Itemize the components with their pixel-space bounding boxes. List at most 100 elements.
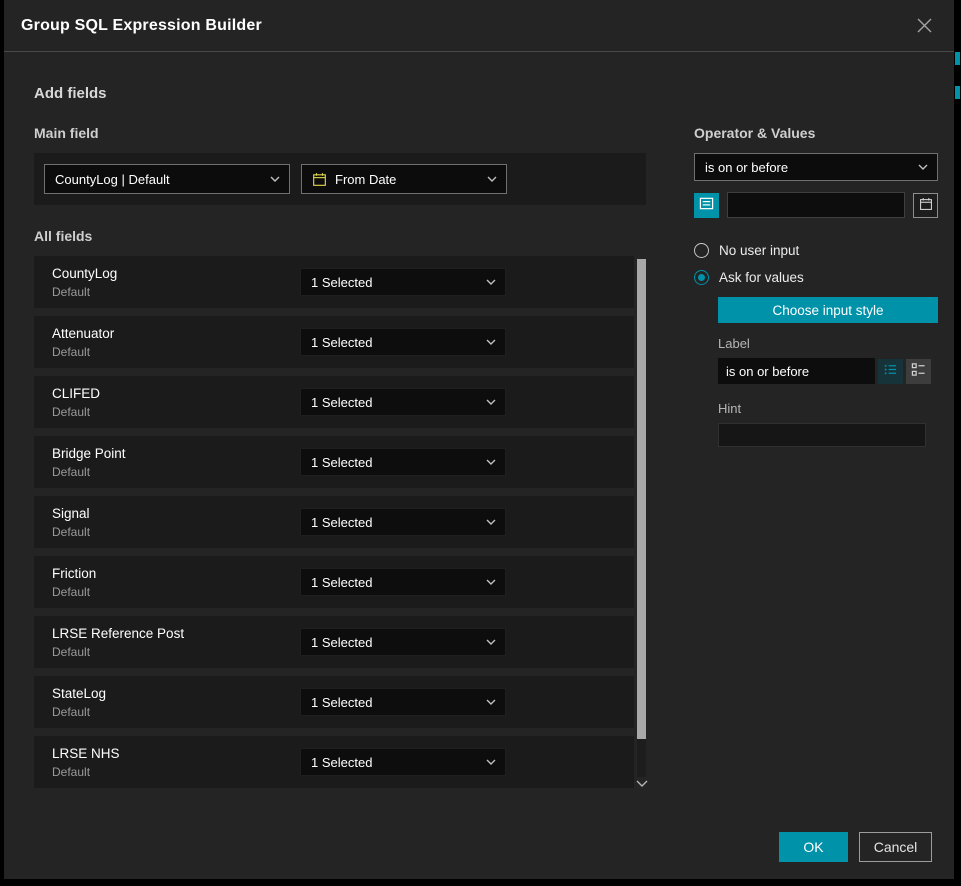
value-source-toggle-button[interactable]	[694, 193, 719, 218]
field-name: LRSE NHS	[52, 746, 300, 761]
chevron-down-icon	[486, 339, 496, 345]
calendar-icon	[919, 197, 933, 214]
field-meta: CountyLog Default	[52, 266, 300, 299]
main-field-select-value: From Date	[335, 172, 479, 187]
cancel-button[interactable]: Cancel	[859, 832, 932, 862]
bulleted-list-icon	[883, 362, 898, 380]
no-user-input-radio[interactable]: No user input	[694, 243, 938, 258]
field-subtitle: Default	[52, 525, 300, 539]
value-input[interactable]	[727, 192, 905, 218]
chevron-down-icon	[486, 579, 496, 585]
field-selection-dropdown[interactable]: 1 Selected	[300, 388, 506, 416]
field-row: StateLog Default 1 Selected	[34, 676, 634, 728]
main-field-panel: CountyLog | Default From Date	[34, 153, 646, 205]
chevron-down-icon	[486, 699, 496, 705]
all-fields-heading: All fields	[34, 228, 646, 244]
date-field-calendar-icon	[312, 172, 327, 187]
field-selection-dropdown[interactable]: 1 Selected	[300, 688, 506, 716]
close-icon[interactable]	[913, 14, 936, 37]
edge-scroll-marker	[955, 52, 960, 65]
main-field-select[interactable]: From Date	[301, 164, 507, 194]
add-fields-heading: Add fields	[34, 85, 926, 102]
field-meta: LRSE NHS Default	[52, 746, 300, 779]
fields-column: Main field CountyLog | Default	[34, 102, 646, 798]
scrollbar-thumb[interactable]	[637, 259, 646, 739]
chevron-down-icon	[487, 176, 497, 182]
field-name: Friction	[52, 566, 300, 581]
all-fields-list: CountyLog Default 1 Selected Attenuator …	[34, 256, 646, 798]
chevron-down-icon	[486, 759, 496, 765]
dialog-header: Group SQL Expression Builder	[4, 0, 954, 52]
radio-selected-icon	[694, 270, 709, 285]
hint-caption: Hint	[718, 401, 938, 416]
field-selection-value: 1 Selected	[311, 695, 478, 710]
edge-scroll-marker	[955, 86, 960, 99]
field-selection-dropdown[interactable]: 1 Selected	[300, 568, 506, 596]
scroll-down-icon[interactable]	[636, 780, 648, 787]
operator-select[interactable]: is on or before	[694, 153, 938, 181]
layer-select[interactable]: CountyLog | Default	[44, 164, 290, 194]
field-name: Signal	[52, 506, 300, 521]
operator-values-column: Operator & Values is on or before	[694, 102, 938, 798]
field-row: CountyLog Default 1 Selected	[34, 256, 634, 308]
field-row: Bridge Point Default 1 Selected	[34, 436, 634, 488]
field-selection-value: 1 Selected	[311, 515, 478, 530]
no-user-input-label: No user input	[719, 243, 799, 258]
field-meta: Bridge Point Default	[52, 446, 300, 479]
dialog-title: Group SQL Expression Builder	[21, 17, 262, 35]
field-selection-value: 1 Selected	[311, 755, 478, 770]
ask-for-values-radio[interactable]: Ask for values	[694, 270, 938, 285]
input-style-dropdown-button[interactable]	[906, 359, 931, 384]
chevron-down-icon	[486, 639, 496, 645]
chevron-down-icon	[486, 459, 496, 465]
field-name: Bridge Point	[52, 446, 300, 461]
calendar-picker-button[interactable]	[913, 193, 938, 218]
input-style-list-button[interactable]	[878, 359, 903, 384]
main-field-heading: Main field	[34, 125, 646, 141]
hint-input[interactable]	[718, 423, 926, 447]
list-input-icon	[699, 196, 714, 214]
label-caption: Label	[718, 336, 938, 351]
layer-select-value: CountyLog | Default	[55, 172, 262, 187]
field-name: LRSE Reference Post	[52, 626, 300, 641]
dialog-footer: OK Cancel	[779, 832, 932, 862]
field-row: LRSE Reference Post Default 1 Selected	[34, 616, 634, 668]
list-scrollbar[interactable]	[637, 259, 646, 777]
field-subtitle: Default	[52, 285, 300, 299]
field-row: Signal Default 1 Selected	[34, 496, 634, 548]
field-selection-dropdown[interactable]: 1 Selected	[300, 328, 506, 356]
choose-input-style-button[interactable]: Choose input style	[718, 297, 938, 323]
field-meta: Attenuator Default	[52, 326, 300, 359]
operator-values-heading: Operator & Values	[694, 125, 938, 141]
label-input[interactable]	[718, 358, 875, 384]
field-name: StateLog	[52, 686, 300, 701]
dropdown-list-icon	[911, 362, 926, 380]
field-subtitle: Default	[52, 585, 300, 599]
field-row: Friction Default 1 Selected	[34, 556, 634, 608]
field-meta: Signal Default	[52, 506, 300, 539]
field-selection-value: 1 Selected	[311, 635, 478, 650]
field-subtitle: Default	[52, 345, 300, 359]
field-row: CLIFED Default 1 Selected	[34, 376, 634, 428]
ok-button[interactable]: OK	[779, 832, 848, 862]
field-row: LRSE NHS Default 1 Selected	[34, 736, 634, 788]
field-selection-dropdown[interactable]: 1 Selected	[300, 748, 506, 776]
field-subtitle: Default	[52, 705, 300, 719]
field-subtitle: Default	[52, 645, 300, 659]
chevron-down-icon	[486, 519, 496, 525]
field-selection-value: 1 Selected	[311, 395, 478, 410]
group-sql-expression-builder-dialog: Group SQL Expression Builder Add fields …	[4, 0, 954, 879]
field-subtitle: Default	[52, 405, 300, 419]
field-selection-dropdown[interactable]: 1 Selected	[300, 508, 506, 536]
field-subtitle: Default	[52, 765, 300, 779]
field-selection-dropdown[interactable]: 1 Selected	[300, 448, 506, 476]
field-selection-dropdown[interactable]: 1 Selected	[300, 268, 506, 296]
field-selection-dropdown[interactable]: 1 Selected	[300, 628, 506, 656]
field-name: Attenuator	[52, 326, 300, 341]
field-selection-value: 1 Selected	[311, 275, 478, 290]
field-selection-value: 1 Selected	[311, 335, 478, 350]
chevron-down-icon	[486, 399, 496, 405]
field-subtitle: Default	[52, 465, 300, 479]
field-name: CLIFED	[52, 386, 300, 401]
field-name: CountyLog	[52, 266, 300, 281]
